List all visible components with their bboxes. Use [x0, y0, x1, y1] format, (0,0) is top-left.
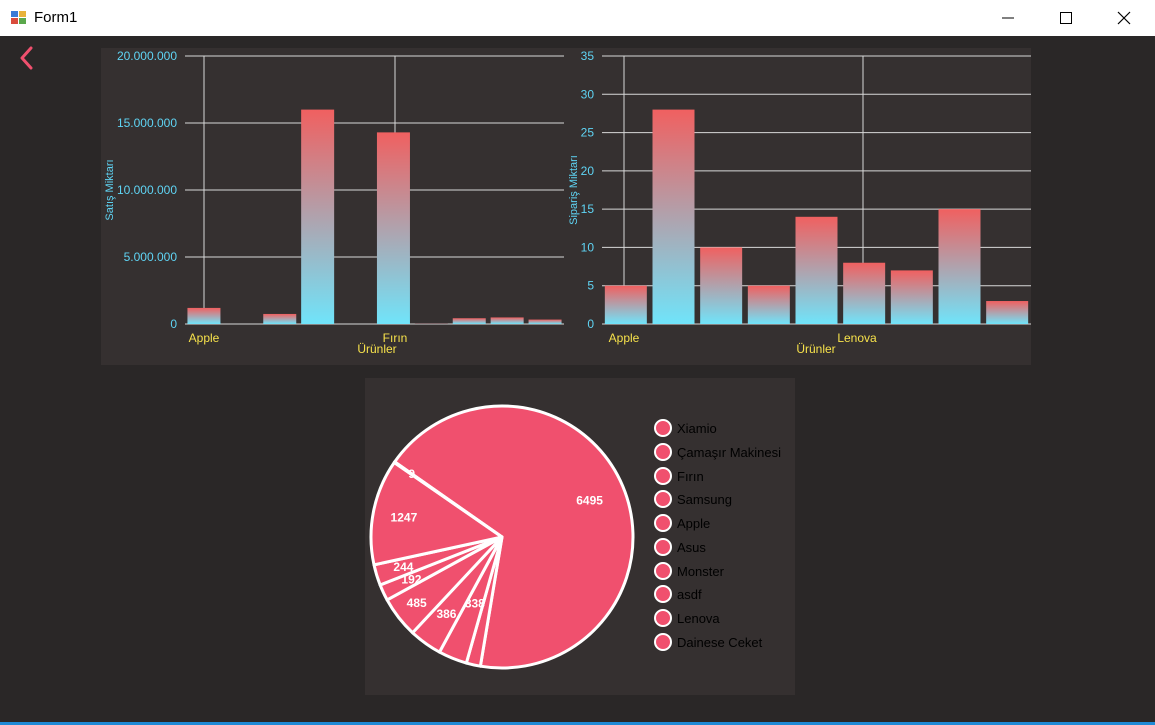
- legend-marker-icon: [654, 633, 672, 651]
- chart2-bar: [986, 301, 1029, 324]
- legend-item: Fırın: [654, 466, 704, 486]
- orders-chart-panel: Sipariş Miktarı Ürünler 0 5 10 15 20 25 30 35 Ap…: [566, 48, 1031, 365]
- pie-value-label: 485: [407, 596, 427, 610]
- back-arrow-icon[interactable]: [16, 46, 38, 70]
- chart2-bar: [843, 262, 886, 324]
- chart2-ytick-label: 10: [581, 240, 595, 254]
- chart2-ytick-label: 20: [581, 164, 595, 178]
- legend-marker-icon: [654, 514, 672, 532]
- legend-marker-icon: [654, 467, 672, 485]
- close-icon: [1117, 11, 1131, 25]
- chart2-category-label: Apple: [609, 331, 640, 345]
- main-content: Satış Miktarı Ürünler 0 5.000.000 10.000.0…: [0, 36, 1155, 725]
- chart1-bar: [490, 317, 524, 324]
- legend-item: Apple: [654, 513, 710, 533]
- legend-item: Samsung: [654, 489, 732, 509]
- chart1-bar: [452, 318, 486, 324]
- chart2-xlabel: Ürünler: [796, 342, 835, 356]
- chart2-category-label: Lenova: [837, 331, 877, 345]
- legend-marker-icon: [654, 490, 672, 508]
- legend-item: Xiamio: [654, 418, 717, 438]
- chart1-ytick-label: 10.000.000: [117, 183, 177, 197]
- chart1-category-label: Apple: [189, 331, 220, 345]
- maximize-button[interactable]: [1043, 0, 1089, 36]
- legend-item: Çamaşır Makinesi: [654, 442, 781, 462]
- chart2-bar: [700, 247, 743, 324]
- sales-bar-chart: Satış Miktarı Ürünler 05.000.00010.000.0…: [104, 49, 564, 356]
- chart2-ytick-label: 15: [581, 202, 595, 216]
- legend-marker-icon: [654, 609, 672, 627]
- chart2-bar: [747, 285, 790, 324]
- legend-item: Asus: [654, 537, 706, 557]
- orders-bar-chart: Sipariş Miktarı Ürünler 0 5 10 15 20 25 30 35 Ap…: [568, 49, 1031, 356]
- chart2-ytick-label: 30: [581, 87, 595, 101]
- legend-marker-icon: [654, 538, 672, 556]
- distribution-pie-chart: 649533838648519224412479: [369, 404, 635, 670]
- chart1-bar: [528, 319, 562, 324]
- legend-marker-icon: [654, 585, 672, 603]
- chart2-bar: [652, 109, 695, 324]
- chart1-bar: [187, 307, 221, 324]
- pie-value-label: 386: [436, 607, 456, 621]
- chart2-ytick-label: 25: [581, 126, 595, 140]
- chart1-bar: [376, 132, 410, 324]
- pie-chart-panel: 6495 338 386 485 192 244 1247 9 Xiamio Çamaşır …: [365, 378, 795, 695]
- app-icon: [11, 11, 26, 24]
- chart2-bar: [938, 209, 981, 324]
- pie-value-label: 9: [408, 467, 415, 481]
- legend-item: Lenova: [654, 608, 720, 628]
- chart2-bar: [604, 285, 647, 324]
- maximize-icon: [1060, 12, 1072, 24]
- chart2-ytick-label: 5: [587, 279, 594, 293]
- pie-value-label: 244: [393, 560, 413, 574]
- window-title: Form1: [34, 9, 78, 26]
- close-button[interactable]: [1101, 0, 1147, 36]
- legend-marker-icon: [654, 419, 672, 437]
- chart2-ytick-label: 0: [587, 317, 594, 331]
- minimize-icon: [1002, 17, 1014, 19]
- chart1-ytick-label: 15.000.000: [117, 116, 177, 130]
- chart1-ytick-label: 5.000.000: [124, 250, 178, 264]
- legend-item: asdf: [654, 584, 702, 604]
- chart2-ylabel: Sipariş Miktarı: [568, 155, 580, 225]
- minimize-button[interactable]: [985, 0, 1031, 36]
- sales-chart-panel: Satış Miktarı Ürünler 0 5.000.000 10.000.0…: [101, 48, 566, 365]
- chart1-ylabel: Satış Miktarı: [104, 159, 116, 220]
- chart1-bar: [301, 109, 335, 324]
- legend-item: Dainese Ceket: [654, 632, 762, 652]
- chart1-bar: [263, 313, 297, 324]
- legend-marker-icon: [654, 443, 672, 461]
- pie-value-label: 6495: [576, 493, 603, 507]
- legend-marker-icon: [654, 562, 672, 580]
- legend-item: Monster: [654, 561, 724, 581]
- chart2-bar: [890, 270, 933, 324]
- title-bar: Form1: [0, 0, 1155, 36]
- chart1-ytick-label: 20.000.000: [117, 49, 177, 63]
- chart1-category-label: Fırın: [383, 331, 408, 345]
- chart1-ytick-label: 0: [170, 317, 177, 331]
- chart2-ytick-label: 35: [581, 49, 595, 63]
- pie-value-label: 1247: [391, 511, 418, 525]
- chart2-bar: [795, 216, 838, 324]
